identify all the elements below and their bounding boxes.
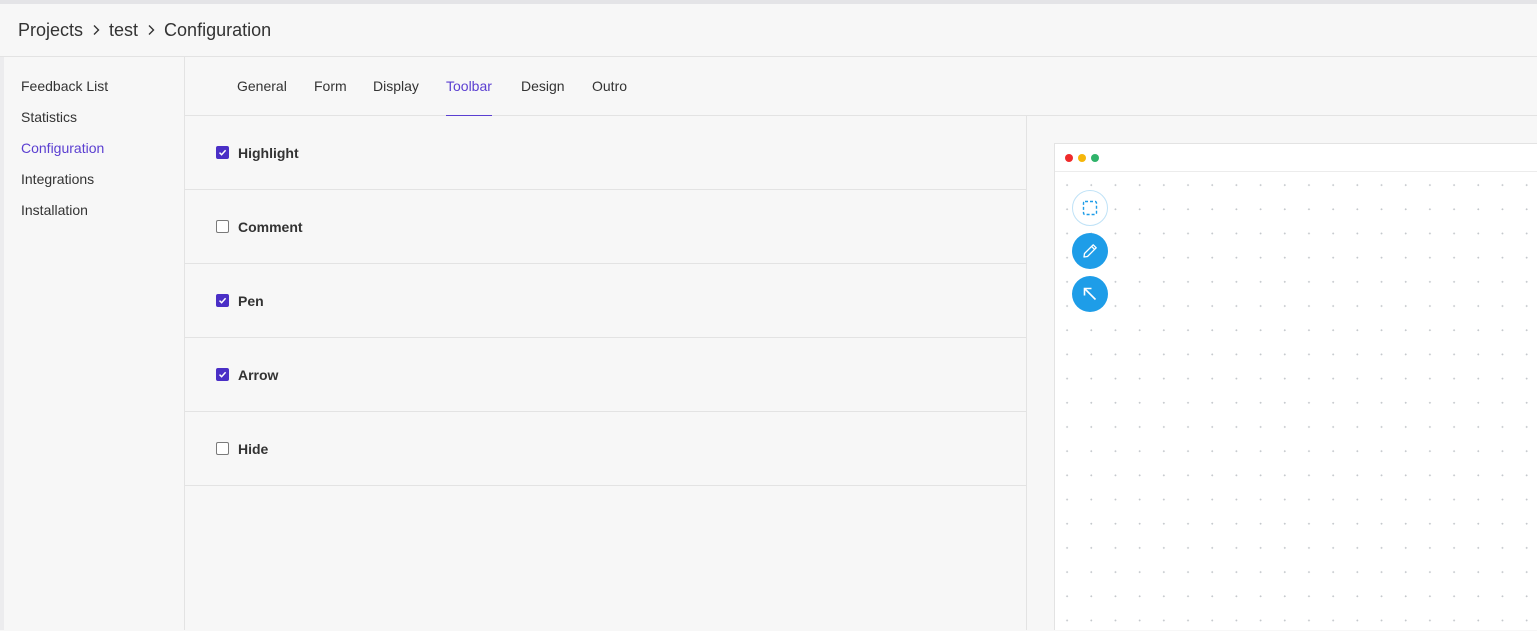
hide-checkbox[interactable] bbox=[216, 442, 229, 455]
tab-form[interactable]: Form bbox=[314, 57, 347, 116]
tab-toolbar[interactable]: Toolbar bbox=[446, 57, 492, 116]
pen-label: Pen bbox=[238, 292, 264, 309]
tab-outro[interactable]: Outro bbox=[592, 57, 627, 116]
preview-canvas bbox=[1055, 173, 1537, 631]
sidebar: Feedback List Statistics Configuration I… bbox=[4, 57, 185, 630]
pen-icon bbox=[1083, 244, 1097, 258]
option-pen[interactable]: Pen bbox=[185, 264, 1026, 338]
preview-titlebar bbox=[1055, 144, 1537, 172]
hide-label: Hide bbox=[238, 440, 269, 457]
chevron-right-icon bbox=[92, 24, 100, 36]
sidebar-item-configuration[interactable]: Configuration bbox=[4, 137, 184, 168]
sidebar-item-feedback-list[interactable]: Feedback List bbox=[4, 75, 184, 106]
tab-design[interactable]: Design bbox=[521, 57, 565, 116]
option-hide[interactable]: Hide bbox=[185, 412, 1026, 486]
option-highlight[interactable]: Highlight bbox=[185, 116, 1026, 190]
breadcrumb: Projects test Configuration bbox=[0, 4, 1537, 57]
pen-tool-button[interactable] bbox=[1072, 233, 1108, 269]
toolbar-preview bbox=[1054, 143, 1537, 631]
check-icon bbox=[218, 297, 227, 304]
window-close-dot bbox=[1065, 153, 1073, 162]
comment-checkbox[interactable] bbox=[216, 220, 229, 233]
comment-label: Comment bbox=[238, 218, 303, 235]
arrow-label: Arrow bbox=[238, 366, 279, 383]
highlight-tool-button[interactable] bbox=[1072, 190, 1108, 226]
option-comment[interactable]: Comment bbox=[185, 190, 1026, 264]
arrow-tool-button[interactable] bbox=[1072, 276, 1108, 312]
chevron-right-icon bbox=[147, 24, 155, 36]
highlight-checkbox[interactable] bbox=[216, 146, 229, 159]
check-icon bbox=[218, 149, 227, 156]
check-icon bbox=[218, 371, 227, 378]
pen-checkbox[interactable] bbox=[216, 294, 229, 307]
arrow-checkbox[interactable] bbox=[216, 368, 229, 381]
highlight-select-icon bbox=[1082, 200, 1098, 216]
breadcrumb-test[interactable]: test bbox=[109, 20, 138, 41]
toolbar-options: Highlight Comment Pen Arrow Hide bbox=[185, 116, 1027, 630]
tab-display[interactable]: Display bbox=[373, 57, 419, 116]
tab-bar: General Form Display Toolbar Design Outr… bbox=[185, 57, 1537, 116]
breadcrumb-configuration: Configuration bbox=[164, 19, 272, 40]
window-minimize-dot bbox=[1078, 153, 1086, 162]
arrow-icon bbox=[1083, 287, 1097, 301]
tab-general[interactable]: General bbox=[237, 57, 287, 116]
option-arrow[interactable]: Arrow bbox=[185, 338, 1026, 412]
sidebar-item-integrations[interactable]: Integrations bbox=[4, 168, 184, 199]
breadcrumb-projects[interactable]: Projects bbox=[18, 20, 83, 41]
window-maximize-dot bbox=[1091, 153, 1099, 162]
sidebar-item-statistics[interactable]: Statistics bbox=[4, 106, 184, 137]
highlight-label: Highlight bbox=[238, 144, 299, 161]
sidebar-item-installation[interactable]: Installation bbox=[4, 199, 184, 230]
